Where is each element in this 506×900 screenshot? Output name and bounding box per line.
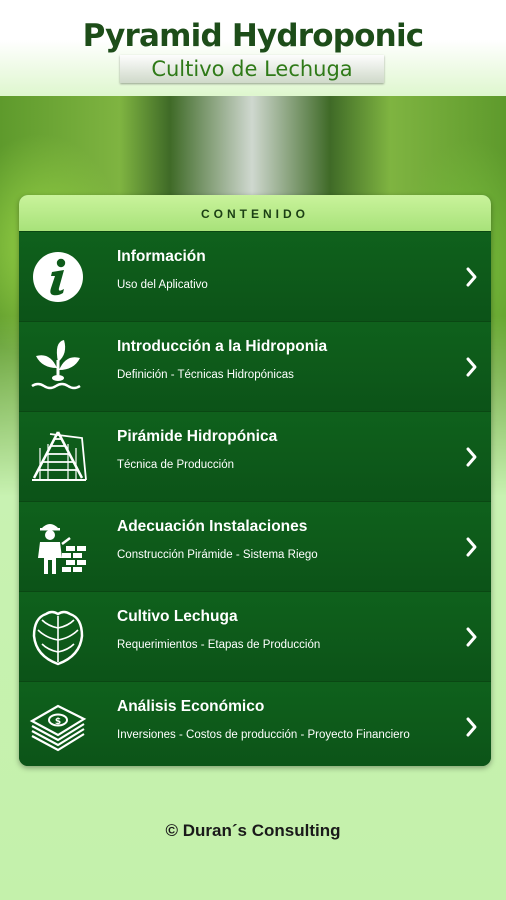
chevron-right-icon [466,717,477,737]
menu-item-title: Análisis Económico [117,698,265,715]
menu-item-piramide[interactable]: Pirámide Hidropónica Técnica de Producci… [19,411,491,501]
menu-item-title: Información [117,248,206,265]
menu-item-subtitle: Requerimientos - Etapas de Producción [117,639,321,651]
menu-item-subtitle: Técnica de Producción [117,459,234,471]
app-title: Pyramid Hydroponic [82,18,425,54]
plant-water-icon [31,340,81,390]
menu-item-informacion[interactable]: Información Uso del Aplicativo [19,231,491,321]
chevron-right-icon [466,357,477,377]
chevron-right-icon [466,537,477,557]
svg-text:$: $ [55,717,61,727]
menu-item-subtitle: Definición - Técnicas Hidropónicas [117,369,294,381]
menu-item-hidroponia[interactable]: Introducción a la Hidroponia Definición … [19,321,491,411]
menu-item-subtitle: Inversiones - Costos de producción - Pro… [117,729,410,741]
content-menu-panel: CONTENIDO Información Uso del Aplicativo… [19,195,491,766]
menu-item-subtitle: Construcción Pirámide - Sistema Riego [117,549,318,561]
chevron-right-icon [466,447,477,467]
builder-icon [38,524,86,574]
menu-item-title: Pirámide Hidropónica [117,428,278,445]
pyramid-structure-icon [32,431,87,481]
info-icon [33,252,83,302]
menu-item-title: Introducción a la Hidroponia [117,338,328,355]
menu-item-instalaciones[interactable]: Adecuación Instalaciones Construcción Pi… [19,501,491,591]
money-stack-icon: $ [29,704,87,752]
menu-item-analisis-economico[interactable]: $ Análisis Económico Inversiones - Costo… [19,681,491,766]
copyright-footer: © Duran´s Consulting [165,821,341,840]
menu-item-subtitle: Uso del Aplicativo [117,279,208,291]
panel-heading: CONTENIDO [19,195,491,231]
app-header: Pyramid Hydroponic Cultivo de Lechuga [0,0,506,96]
app-subtitle: Cultivo de Lechuga [120,55,384,83]
menu-item-title: Adecuación Instalaciones [117,518,308,535]
menu-item-title: Cultivo Lechuga [117,608,238,625]
lettuce-icon [32,610,84,666]
menu-item-cultivo-lechuga[interactable]: Cultivo Lechuga Requerimientos - Etapas … [19,591,491,681]
chevron-right-icon [466,267,477,287]
chevron-right-icon [466,627,477,647]
